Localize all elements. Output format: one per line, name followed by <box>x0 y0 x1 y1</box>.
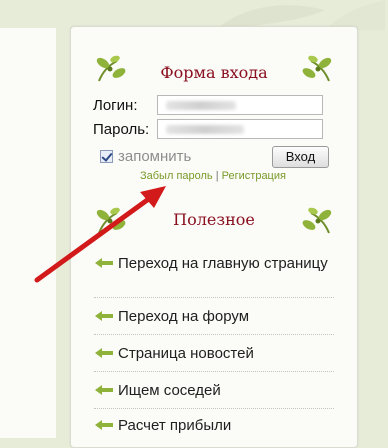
menu-item-profit[interactable]: Расчет прибыли <box>94 415 334 436</box>
menu-item-news[interactable]: Страница новостей <box>94 343 334 364</box>
menu-item-forum[interactable]: Переход на форум <box>94 306 334 327</box>
login-label: Логин: <box>93 97 138 114</box>
leaf-arrow-icon <box>95 420 113 430</box>
leaf-arrow-icon <box>95 385 113 395</box>
password-input[interactable] <box>157 119 323 139</box>
menu-item-label: Переход на главную страницу <box>118 255 328 272</box>
link-separator: | <box>215 170 219 182</box>
menu-item-label: Расчет прибыли <box>118 417 232 434</box>
login-input[interactable] <box>157 95 323 115</box>
forgot-password-link[interactable]: Забыл пароль <box>140 170 213 182</box>
menu-divider <box>94 334 334 335</box>
leaf-arrow-icon <box>95 258 113 268</box>
redacted-value <box>166 125 244 134</box>
menu-divider <box>94 408 334 409</box>
remember-label[interactable]: запомнить <box>118 148 191 165</box>
content-panel-edge <box>0 28 56 438</box>
menu-item-label: Страница новостей <box>118 345 254 362</box>
menu-divider <box>94 371 334 372</box>
password-label: Пароль: <box>93 121 150 138</box>
register-link[interactable]: Регистрация <box>222 170 286 182</box>
leaf-ornament-icon <box>302 207 332 234</box>
leaf-arrow-icon <box>95 311 113 321</box>
auth-links: Забыл пароль | Регистрация <box>140 170 286 182</box>
menu-item-label: Переход на форум <box>118 308 250 325</box>
menu-divider <box>94 297 334 298</box>
menu-item-home[interactable]: Переход на главную страницу <box>94 253 334 274</box>
menu-item-label: Ищем соседей <box>118 382 221 399</box>
remember-checkbox[interactable] <box>100 150 113 163</box>
redacted-value <box>166 101 236 110</box>
leaf-arrow-icon <box>95 348 113 358</box>
login-submit-button[interactable]: Вход <box>272 146 329 168</box>
menu-item-neighbors[interactable]: Ищем соседей <box>94 380 334 401</box>
leaf-ornament-icon <box>302 55 332 82</box>
